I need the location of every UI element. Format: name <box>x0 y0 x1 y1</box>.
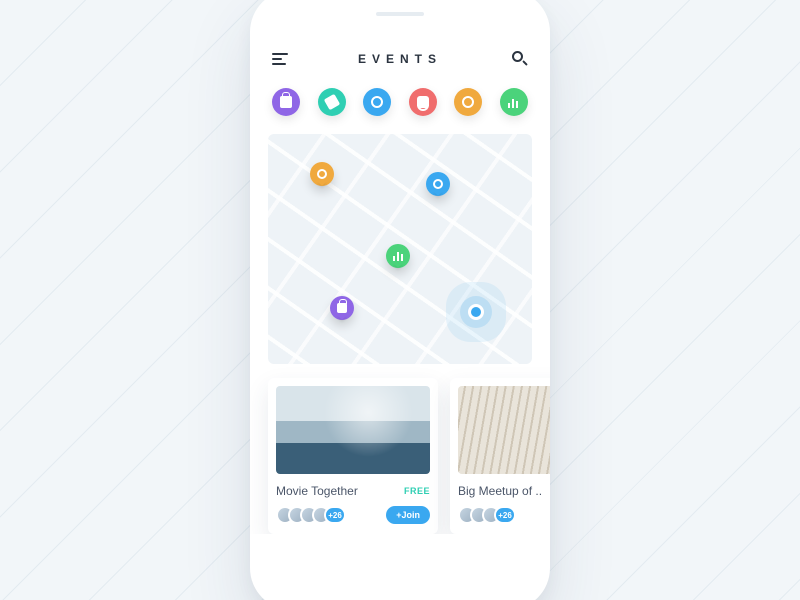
category-music[interactable] <box>409 88 437 116</box>
bag-icon <box>337 303 347 313</box>
attendee-avatars: +26 <box>458 506 516 524</box>
category-art[interactable] <box>318 88 346 116</box>
map-pin-outdoors[interactable] <box>386 244 410 268</box>
event-card[interactable]: Big Meetup of .. +26 <box>450 378 550 534</box>
event-card[interactable]: Movie Together FREE +26 +Join <box>268 378 438 534</box>
food-icon <box>462 96 474 108</box>
attendee-avatars: +26 <box>276 506 346 524</box>
map-view[interactable] <box>268 134 532 364</box>
brush-icon <box>323 94 339 110</box>
menu-icon[interactable] <box>272 53 288 65</box>
event-thumbnail <box>458 386 550 474</box>
bag-icon <box>280 96 292 108</box>
attendee-more-count: +26 <box>494 506 516 524</box>
phone-frame: EVENTS Movie Together FREE <box>250 0 550 600</box>
page-title: EVENTS <box>358 52 442 66</box>
event-price-badge: FREE <box>404 486 430 496</box>
category-row <box>250 74 550 126</box>
category-shopping[interactable] <box>272 88 300 116</box>
event-title: Big Meetup of .. <box>458 484 542 498</box>
food-icon <box>317 169 327 179</box>
film-icon <box>433 179 443 189</box>
mic-icon <box>417 96 429 108</box>
header: EVENTS <box>250 44 550 74</box>
map-pin-movies[interactable] <box>426 172 450 196</box>
phone-speaker <box>376 12 424 16</box>
map-current-location <box>468 304 484 320</box>
category-outdoors[interactable] <box>500 88 528 116</box>
category-movies[interactable] <box>363 88 391 116</box>
join-button[interactable]: +Join <box>386 506 430 524</box>
chart-icon <box>393 251 403 261</box>
film-icon <box>371 96 383 108</box>
event-thumbnail <box>276 386 430 474</box>
map-pin-shopping[interactable] <box>330 296 354 320</box>
chart-icon <box>508 96 520 108</box>
map-pin-food[interactable] <box>310 162 334 186</box>
event-card-list: Movie Together FREE +26 +Join Big Meetup… <box>250 364 550 534</box>
event-title: Movie Together <box>276 484 358 498</box>
search-icon[interactable] <box>512 51 528 67</box>
attendee-more-count: +26 <box>324 506 346 524</box>
category-food[interactable] <box>454 88 482 116</box>
